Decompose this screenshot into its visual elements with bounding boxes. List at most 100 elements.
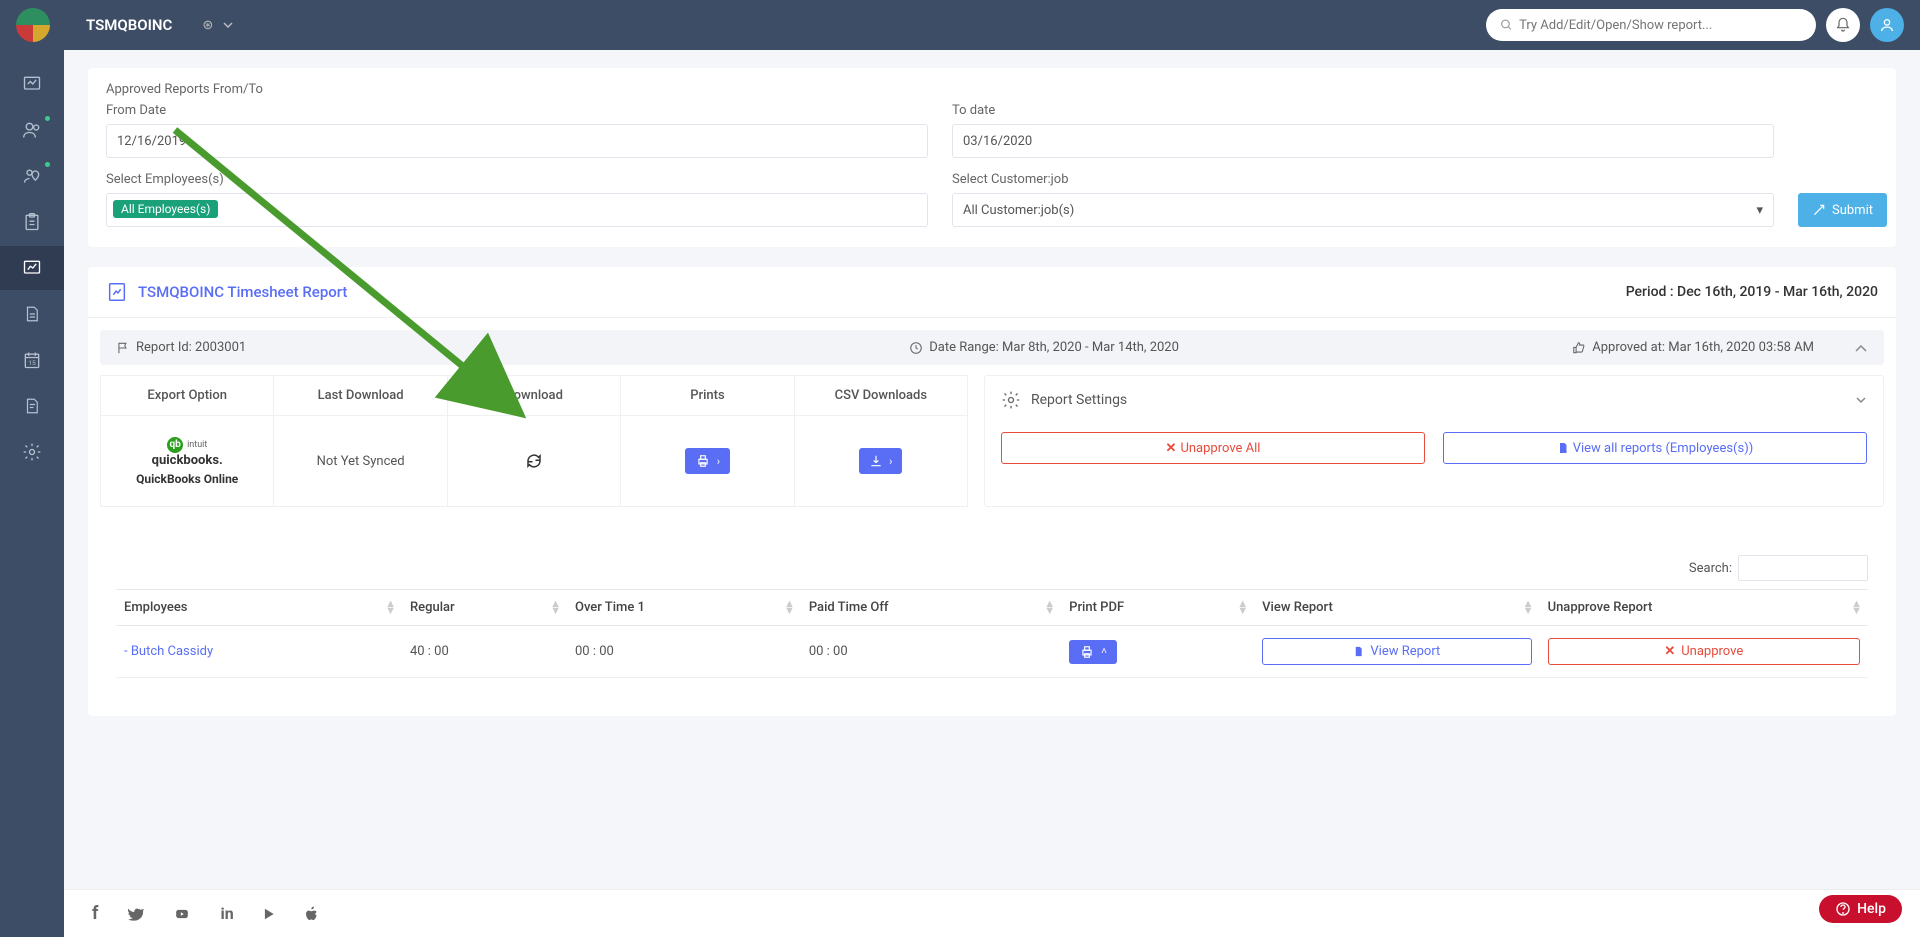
sidebar-item-location[interactable]: [0, 154, 64, 198]
row-print-button[interactable]: ˄: [1069, 640, 1117, 664]
caret-down-icon: ▾: [1756, 203, 1763, 218]
export-header-option: Export Option: [101, 376, 273, 416]
footer: f in: [64, 889, 1920, 937]
row-unapprove-button[interactable]: ✕ Unapprove: [1548, 638, 1860, 665]
sort-icon: ▲▼: [1523, 600, 1534, 614]
report-date-range: Date Range: Mar 8th, 2020 - Mar 14th, 20…: [929, 340, 1179, 355]
sidebar-item-calendar[interactable]: 15: [0, 338, 64, 382]
submit-button[interactable]: Submit: [1798, 193, 1887, 227]
report-icon: [106, 281, 128, 303]
sidebar-item-users[interactable]: [0, 108, 64, 152]
csv-download-button[interactable]: ›: [859, 448, 902, 474]
col-overtime[interactable]: Over Time 1▲▼: [567, 590, 801, 626]
dashboard-icon: [21, 74, 43, 94]
export-header-download: Download: [448, 376, 620, 416]
sort-icon: ▲▼: [385, 600, 396, 614]
search-icon: [1500, 18, 1513, 32]
youtube-icon[interactable]: [172, 907, 192, 921]
user-menu-button[interactable]: [1870, 8, 1904, 42]
export-header-lastdl: Last Download: [274, 376, 446, 416]
chevron-down-icon: [223, 22, 233, 28]
export-option-cell: qb intuit quickbooks. QuickBooks Online: [101, 416, 273, 506]
report-title-text: TSMQBOINC Timesheet Report: [138, 283, 347, 301]
employee-link[interactable]: - Butch Cassidy: [124, 644, 213, 659]
last-download-cell: Not Yet Synced: [274, 416, 446, 506]
chevron-right-icon: ›: [717, 455, 720, 468]
export-header-prints: Prints: [621, 376, 793, 416]
file-icon: [1353, 645, 1364, 658]
search-input[interactable]: [1519, 18, 1802, 33]
calendar-icon: 15: [22, 350, 42, 370]
chevron-up-icon[interactable]: [1854, 343, 1868, 353]
col-pto[interactable]: Paid Time Off▲▼: [801, 590, 1061, 626]
from-date-label: From Date: [106, 103, 928, 118]
row-unapprove-label: Unapprove: [1681, 644, 1743, 659]
filter-card: Approved Reports From/To From Date To da…: [88, 68, 1896, 247]
view-all-reports-button[interactable]: View all reports (Employees(s)): [1443, 432, 1867, 464]
unapprove-all-button[interactable]: ✕ Unapprove All: [1001, 432, 1425, 464]
apple-icon[interactable]: [304, 905, 320, 923]
qb-intuit: intuit: [187, 440, 207, 450]
to-date-input[interactable]: [952, 124, 1774, 158]
employee-table: Employees▲▼ Regular▲▼ Over Time 1▲▼ Paid…: [116, 589, 1868, 678]
users-icon: [21, 120, 43, 140]
col-regular[interactable]: Regular▲▼: [402, 590, 567, 626]
submit-button-label: Submit: [1832, 203, 1873, 218]
employees-input[interactable]: All Employees(s): [106, 193, 928, 227]
bell-icon: [1835, 17, 1851, 33]
customer-select[interactable]: All Customer:job(s) ▾: [952, 193, 1774, 227]
sidebar-item-clipboard[interactable]: [0, 200, 64, 244]
sync-button[interactable]: [525, 452, 543, 470]
report-approved-at: Approved at: Mar 16th, 2020 03:58 AM: [1592, 340, 1814, 355]
sidebar-item-dashboard[interactable]: [0, 62, 64, 106]
twitter-icon[interactable]: [126, 906, 144, 922]
flag-icon: [116, 341, 130, 355]
to-date-label: To date: [952, 103, 1774, 118]
linkedin-icon[interactable]: in: [220, 904, 233, 923]
sort-icon: ▲▼: [1044, 600, 1055, 614]
col-view[interactable]: View Report▲▼: [1254, 590, 1539, 626]
employee-table-wrap: Search: Employees▲▼ Regular▲▼ Over Time …: [100, 547, 1884, 686]
x-icon: ✕: [1664, 644, 1675, 659]
facebook-icon[interactable]: f: [92, 903, 98, 924]
app-title: TSMQBOINC: [86, 16, 172, 34]
employee-tag[interactable]: All Employees(s): [113, 200, 218, 218]
qb-sub: QuickBooks Online: [136, 472, 238, 486]
refresh-icon: [525, 452, 543, 470]
view-all-label: View all reports (Employees(s)): [1573, 441, 1754, 456]
from-date-input[interactable]: [106, 124, 928, 158]
svg-text:15: 15: [28, 359, 36, 367]
col-print[interactable]: Print PDF▲▼: [1061, 590, 1254, 626]
report-meta-bar: Report Id: 2003001 Date Range: Mar 8th, …: [100, 330, 1884, 365]
col-employees[interactable]: Employees▲▼: [116, 590, 402, 626]
app-logo: [16, 8, 50, 42]
print-button[interactable]: ›: [685, 448, 730, 474]
qb-badge: qb: [167, 437, 183, 453]
qb-name: quickbooks.: [152, 453, 223, 468]
file-icon: [1557, 441, 1569, 455]
unapprove-all-label: Unapprove All: [1180, 441, 1260, 456]
notifications-button[interactable]: [1826, 8, 1860, 42]
sidebar-item-settings[interactable]: [0, 430, 64, 474]
table-search-input[interactable]: [1738, 555, 1868, 581]
row-view-report-button[interactable]: View Report: [1262, 638, 1531, 665]
wand-icon: [1812, 203, 1826, 217]
play-icon[interactable]: [262, 906, 276, 922]
sort-icon: ▲▼: [784, 600, 795, 614]
sidebar-item-reports[interactable]: [0, 246, 64, 290]
sidebar-item-document[interactable]: [0, 292, 64, 336]
col-unapprove[interactable]: Unapprove Report▲▼: [1540, 590, 1868, 626]
gear-icon: [1001, 390, 1021, 410]
gear-icon: [22, 442, 42, 462]
chevron-up-icon: ˄: [1101, 646, 1107, 657]
sidebar-item-invoice[interactable]: [0, 384, 64, 428]
help-button[interactable]: Help: [1819, 895, 1902, 923]
report-card: TSMQBOINC Timesheet Report Period : Dec …: [88, 267, 1896, 716]
global-search[interactable]: [1486, 9, 1816, 41]
report-settings-toggle[interactable]: Report Settings: [1001, 390, 1867, 410]
download-icon: [869, 454, 883, 468]
main-content: Approved Reports From/To From Date To da…: [64, 50, 1920, 806]
printer-icon: [1079, 645, 1095, 659]
help-icon: [1835, 901, 1851, 917]
currency-selector[interactable]: ⊛: [202, 18, 233, 33]
